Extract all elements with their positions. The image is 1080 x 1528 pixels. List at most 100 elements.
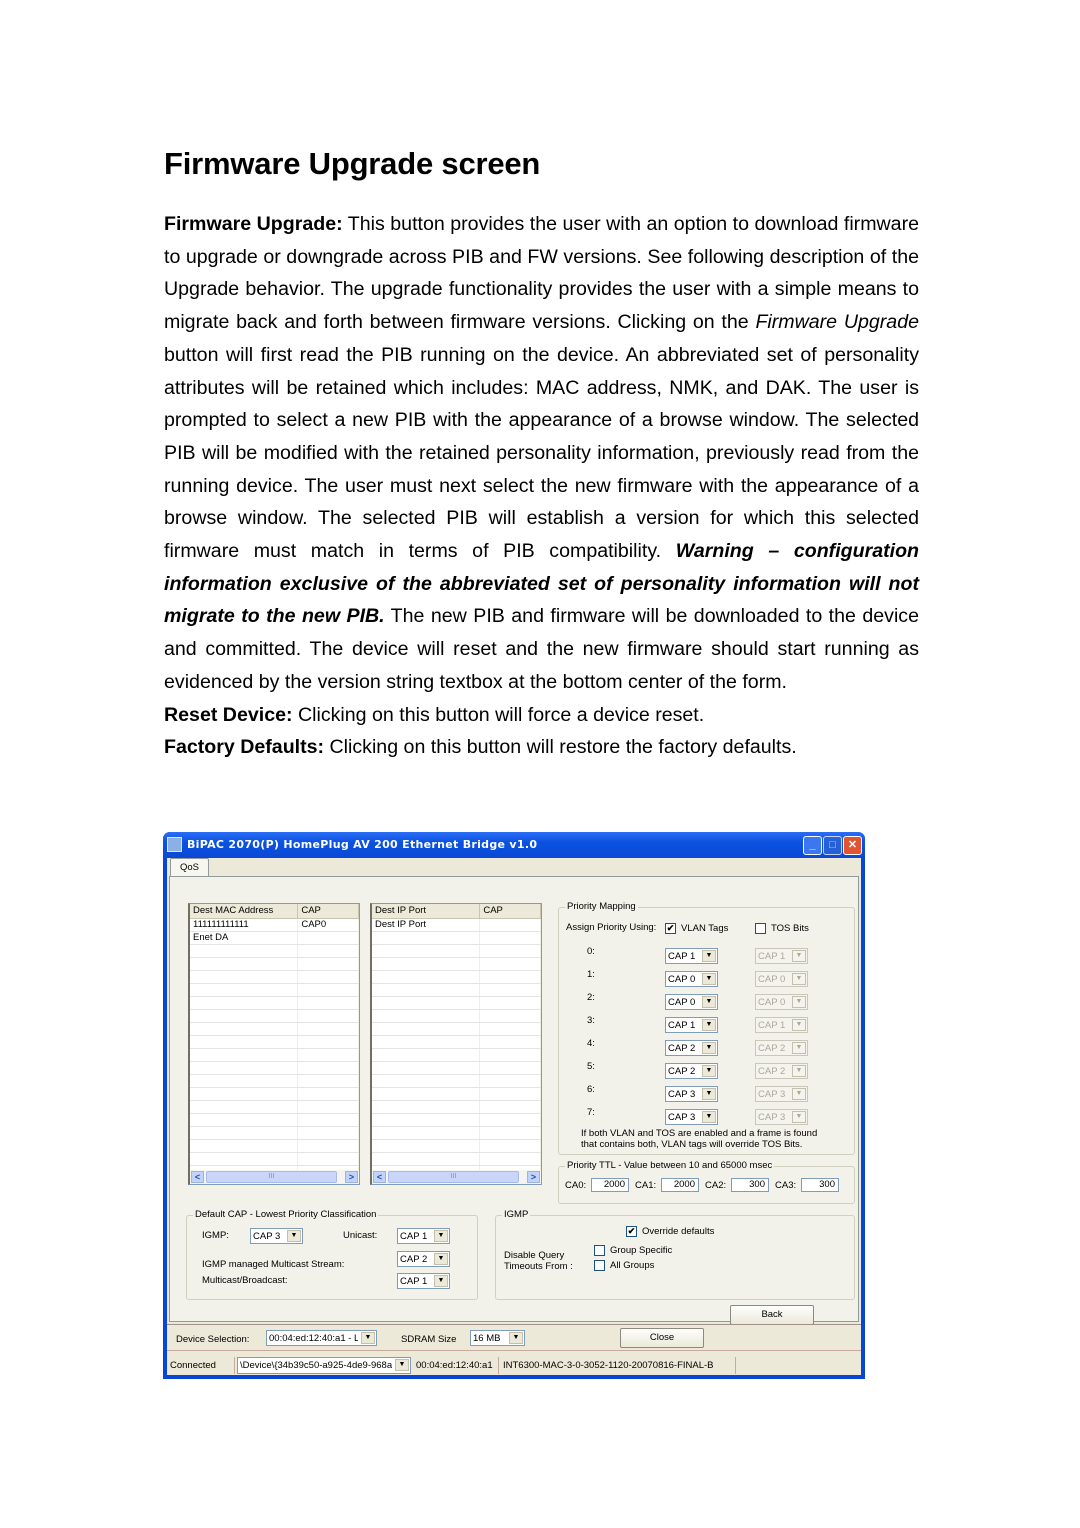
back-button[interactable]: Back [730, 1305, 814, 1325]
chevron-down-icon[interactable]: ▼ [287, 1230, 301, 1242]
table-row[interactable] [372, 1140, 541, 1153]
table-row[interactable] [190, 1049, 359, 1062]
scroll-thumb[interactable]: III [206, 1171, 337, 1183]
maximize-button[interactable]: □ [823, 836, 842, 855]
device-selection-dropdown[interactable]: 00:04:ed:12:40:a1 - L ▼ [266, 1330, 377, 1346]
scroll-right-icon[interactable]: > [527, 1171, 540, 1183]
table-row[interactable] [190, 1127, 359, 1140]
close-button[interactable]: Close [620, 1328, 704, 1348]
column-header-dest-mac[interactable]: Dest MAC Address [190, 904, 299, 918]
horizontal-scrollbar[interactable]: < III > [372, 1170, 541, 1184]
chevron-down-icon[interactable]: ▼ [361, 1332, 375, 1344]
table-row[interactable] [190, 1140, 359, 1153]
ttl-input[interactable]: 2000 [591, 1178, 629, 1192]
column-header-dest-ip-port[interactable]: Dest IP Port [372, 904, 481, 918]
scroll-left-icon[interactable]: < [191, 1171, 204, 1183]
table-row[interactable] [372, 971, 541, 984]
table-row[interactable] [190, 1023, 359, 1036]
table-row[interactable] [190, 1036, 359, 1049]
table-row[interactable] [190, 997, 359, 1010]
chevron-down-icon[interactable]: ▼ [434, 1253, 448, 1265]
vlan-priority-dropdown[interactable]: CAP 0 ▼ [665, 971, 718, 987]
chevron-down-icon[interactable]: ▼ [702, 1065, 716, 1077]
group-specific-checkbox[interactable] [594, 1245, 605, 1256]
ttl-input[interactable]: 300 [731, 1178, 769, 1192]
vlan-tags-checkbox[interactable]: ✔ [665, 923, 676, 934]
table-row[interactable] [190, 971, 359, 984]
table-row[interactable] [372, 1101, 541, 1114]
table-row[interactable]: 111111111111 CAP0 [190, 919, 359, 932]
chevron-down-icon[interactable]: ▼ [702, 1088, 716, 1100]
table-row[interactable] [372, 1075, 541, 1088]
chevron-down-icon[interactable]: ▼ [702, 996, 716, 1008]
vlan-priority-dropdown[interactable]: CAP 1 ▼ [665, 948, 718, 964]
table-cell [480, 1036, 541, 1048]
dest-mac-list[interactable]: Dest MAC Address CAP 111111111111 CAP0 Ene… [188, 903, 360, 1185]
multicast-dropdown[interactable]: CAP 1 ▼ [397, 1273, 450, 1289]
vlan-priority-dropdown[interactable]: CAP 3 ▼ [665, 1109, 718, 1125]
scroll-right-icon[interactable]: > [345, 1171, 358, 1183]
chevron-down-icon[interactable]: ▼ [434, 1275, 448, 1287]
sdram-size-dropdown[interactable]: 16 MB ▼ [470, 1330, 525, 1346]
chevron-down-icon[interactable]: ▼ [395, 1359, 409, 1371]
title-bar[interactable]: BiPAC 2070(P) HomePlug AV 200 Ethernet B… [163, 832, 865, 858]
table-row[interactable] [372, 1010, 541, 1023]
table-row[interactable] [190, 1153, 359, 1166]
igmp-cap-dropdown[interactable]: CAP 3 ▼ [250, 1228, 303, 1244]
scroll-left-icon[interactable]: < [373, 1171, 386, 1183]
table-row[interactable] [190, 1010, 359, 1023]
all-groups-checkbox[interactable] [594, 1260, 605, 1271]
chevron-down-icon[interactable]: ▼ [702, 950, 716, 962]
vlan-priority-dropdown[interactable]: CAP 3 ▼ [665, 1086, 718, 1102]
minimize-button[interactable]: _ [803, 836, 822, 855]
table-row[interactable] [372, 1153, 541, 1166]
table-row[interactable] [372, 945, 541, 958]
tos-bits-checkbox[interactable] [755, 923, 766, 934]
igmp-stream-dropdown[interactable]: CAP 2 ▼ [397, 1251, 450, 1267]
ttl-input[interactable]: 2000 [661, 1178, 699, 1192]
table-row[interactable]: Enet DA [190, 932, 359, 945]
table-row[interactable] [372, 1088, 541, 1101]
scroll-thumb[interactable]: III [388, 1171, 519, 1183]
table-row[interactable] [372, 1049, 541, 1062]
unicast-dropdown[interactable]: CAP 1 ▼ [397, 1228, 450, 1244]
override-defaults-checkbox[interactable]: ✔ [626, 1226, 637, 1237]
close-window-button[interactable]: ✕ [843, 836, 862, 855]
table-row[interactable] [190, 958, 359, 971]
table-row[interactable] [372, 1062, 541, 1075]
table-row[interactable] [372, 997, 541, 1010]
table-row[interactable]: Dest IP Port [372, 919, 541, 932]
chevron-down-icon[interactable]: ▼ [702, 973, 716, 985]
table-row[interactable] [190, 945, 359, 958]
table-row[interactable] [372, 1023, 541, 1036]
vlan-priority-dropdown[interactable]: CAP 2 ▼ [665, 1063, 718, 1079]
table-row[interactable] [372, 1114, 541, 1127]
table-row[interactable] [372, 1127, 541, 1140]
chevron-down-icon[interactable]: ▼ [434, 1230, 448, 1242]
table-cell [480, 1127, 541, 1139]
column-header-cap[interactable]: CAP [480, 904, 541, 918]
vlan-priority-dropdown[interactable]: CAP 0 ▼ [665, 994, 718, 1010]
adapter-dropdown[interactable]: \Device\{34b39c50-a925-4de9-968a ▼ [237, 1357, 411, 1374]
table-row[interactable] [190, 1114, 359, 1127]
ttl-input[interactable]: 300 [801, 1178, 839, 1192]
dest-ip-list[interactable]: Dest IP Port CAP Dest IP Port < III > [370, 903, 542, 1185]
table-row[interactable] [372, 1036, 541, 1049]
chevron-down-icon[interactable]: ▼ [702, 1042, 716, 1054]
table-row[interactable] [372, 984, 541, 997]
table-row[interactable] [372, 958, 541, 971]
vlan-priority-dropdown[interactable]: CAP 2 ▼ [665, 1040, 718, 1056]
vlan-priority-dropdown[interactable]: CAP 1 ▼ [665, 1017, 718, 1033]
table-row[interactable] [190, 1062, 359, 1075]
tab-qos[interactable]: QoS [170, 858, 209, 877]
table-row[interactable] [190, 1088, 359, 1101]
table-row[interactable] [190, 1101, 359, 1114]
chevron-down-icon[interactable]: ▼ [702, 1019, 716, 1031]
table-row[interactable] [190, 1075, 359, 1088]
horizontal-scrollbar[interactable]: < III > [190, 1170, 359, 1184]
column-header-cap[interactable]: CAP [298, 904, 359, 918]
table-row[interactable] [372, 932, 541, 945]
chevron-down-icon[interactable]: ▼ [509, 1332, 523, 1344]
table-row[interactable] [190, 984, 359, 997]
chevron-down-icon[interactable]: ▼ [702, 1111, 716, 1123]
